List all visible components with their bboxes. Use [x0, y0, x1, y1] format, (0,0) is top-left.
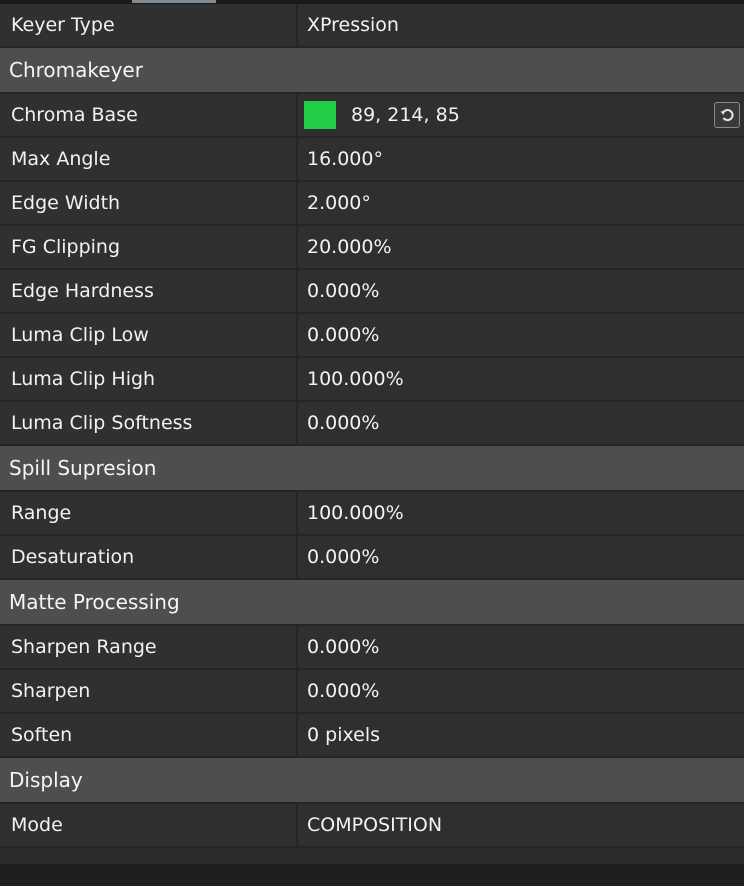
property-row-range[interactable]: Range 100.000%	[0, 492, 744, 536]
reset-icon	[720, 109, 734, 122]
property-label: FG Clipping	[0, 226, 298, 270]
property-row-max-angle[interactable]: Max Angle 16.000°	[0, 138, 744, 182]
property-row-sharpen-range[interactable]: Sharpen Range 0.000%	[0, 626, 744, 670]
property-row-sharpen[interactable]: Sharpen 0.000%	[0, 670, 744, 714]
property-value[interactable]: 0.000%	[298, 314, 744, 358]
chroma-base-value[interactable]: 89, 214, 85	[298, 94, 744, 138]
property-label: Mode	[0, 804, 298, 848]
property-row-luma-clip-high[interactable]: Luma Clip High 100.000%	[0, 358, 744, 402]
property-label: Keyer Type	[0, 4, 298, 48]
property-row-edge-hardness[interactable]: Edge Hardness 0.000%	[0, 270, 744, 314]
section-header-chromakeyer[interactable]: Chromakeyer	[0, 48, 744, 94]
property-value[interactable]: 0.000%	[298, 270, 744, 314]
reset-button[interactable]	[714, 102, 740, 128]
property-label: Sharpen Range	[0, 626, 298, 670]
property-row-fg-clipping[interactable]: FG Clipping 20.000%	[0, 226, 744, 270]
property-value[interactable]: 0.000%	[298, 402, 744, 446]
property-row-mode[interactable]: Mode COMPOSITION	[0, 804, 744, 848]
property-label: Chroma Base	[0, 94, 298, 138]
property-label: Luma Clip High	[0, 358, 298, 402]
property-row-luma-clip-low[interactable]: Luma Clip Low 0.000%	[0, 314, 744, 358]
property-row-edge-width[interactable]: Edge Width 2.000°	[0, 182, 744, 226]
property-value[interactable]: 100.000%	[298, 358, 744, 402]
property-value[interactable]: 0.000%	[298, 536, 744, 580]
property-value[interactable]: 100.000%	[298, 492, 744, 536]
mode-select[interactable]: COMPOSITION	[298, 804, 744, 848]
property-label: Edge Width	[0, 182, 298, 226]
property-value[interactable]: 0.000%	[298, 670, 744, 714]
keyer-type-value[interactable]: XPression	[298, 4, 744, 48]
color-swatch[interactable]	[304, 101, 336, 129]
property-label: Edge Hardness	[0, 270, 298, 314]
property-value[interactable]: 16.000°	[298, 138, 744, 182]
property-label: Soften	[0, 714, 298, 758]
property-value[interactable]: 2.000°	[298, 182, 744, 226]
property-row-luma-clip-softness[interactable]: Luma Clip Softness 0.000%	[0, 402, 744, 446]
property-label: Range	[0, 492, 298, 536]
active-tab-indicator	[132, 0, 216, 3]
property-row-desaturation[interactable]: Desaturation 0.000%	[0, 536, 744, 580]
chroma-base-rgb-text: 89, 214, 85	[351, 104, 460, 126]
section-header-matte-processing[interactable]: Matte Processing	[0, 580, 744, 626]
property-label: Max Angle	[0, 138, 298, 182]
property-value[interactable]: 0.000%	[298, 626, 744, 670]
property-label: Luma Clip Low	[0, 314, 298, 358]
property-value[interactable]: 20.000%	[298, 226, 744, 270]
property-row-soften[interactable]: Soften 0 pixels	[0, 714, 744, 758]
property-row-keyer-type[interactable]: Keyer Type XPression	[0, 4, 744, 48]
property-row-chroma-base[interactable]: Chroma Base 89, 214, 85	[0, 94, 744, 138]
property-label: Sharpen	[0, 670, 298, 714]
property-value[interactable]: 0 pixels	[298, 714, 744, 758]
section-header-display[interactable]: Display	[0, 758, 744, 804]
property-label: Luma Clip Softness	[0, 402, 298, 446]
section-header-spill-supresion[interactable]: Spill Supresion	[0, 446, 744, 492]
property-label: Desaturation	[0, 536, 298, 580]
properties-panel: Keyer Type XPression Chromakeyer Chroma …	[0, 4, 744, 848]
panel-footer	[0, 864, 744, 886]
